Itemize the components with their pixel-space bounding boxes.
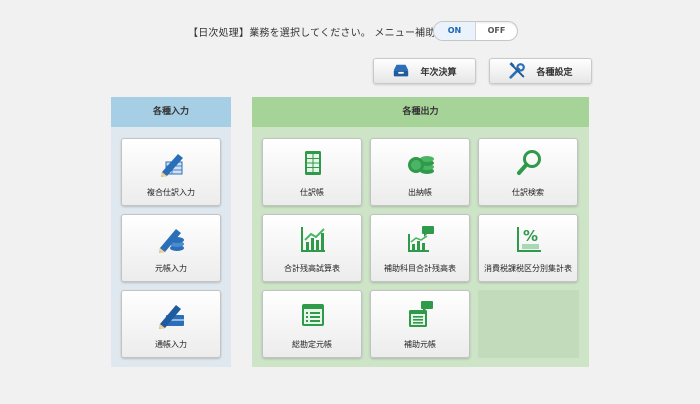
settings-label: 各種設定: [536, 67, 573, 78]
svg-text:%: %: [523, 227, 538, 245]
sub-account-balance-label: 補助科目合計残高表: [384, 264, 456, 273]
search-icon: [517, 150, 541, 175]
compound-journal-entry-label: 複合仕訳入力: [147, 188, 195, 197]
general-ledger-label: 総勘定元帳: [292, 340, 332, 349]
general-ledger-button[interactable]: 総勘定元帳: [262, 290, 362, 358]
ledger-entry-button[interactable]: 元帳入力: [121, 214, 221, 282]
sub-ledger-label: 補助元帳: [404, 340, 436, 349]
sub-ledger-button[interactable]: 補助元帳: [370, 290, 470, 358]
cashbook-icon: [408, 156, 434, 174]
pen-ledger-icon: [161, 154, 183, 177]
output-panel-title: 各種出力: [252, 97, 589, 127]
journal-search-label: 仕訳検索: [512, 188, 544, 197]
ledger-icon: [302, 304, 324, 326]
tools-icon: [509, 62, 526, 79]
input-panel-title: 各種入力: [111, 97, 231, 127]
pen-passbook-icon: [159, 305, 184, 329]
pen-coins-icon: [159, 229, 184, 253]
sub-ledger-icon: [409, 301, 433, 327]
menu-assist-toggle[interactable]: ON OFF: [433, 21, 518, 41]
annual-closing-label: 年次決算: [420, 67, 457, 78]
journal-book-label: 仕訳帳: [300, 188, 324, 197]
passbook-entry-label: 通帳入力: [155, 340, 187, 349]
percent-icon: %: [517, 227, 541, 252]
toggle-on-option[interactable]: ON: [434, 22, 476, 40]
trial-balance-label: 合計残高試算表: [284, 264, 340, 273]
journal-search-button[interactable]: 仕訳検索: [478, 138, 578, 206]
journal-book-button[interactable]: 仕訳帳: [262, 138, 362, 206]
cash-book-label: 出納帳: [408, 188, 432, 197]
tray-icon: [394, 64, 409, 77]
journal-icon: [305, 151, 321, 175]
bar-chart-icon: [301, 227, 325, 252]
ledger-entry-label: 元帳入力: [155, 264, 187, 273]
sub-chart-icon: [408, 226, 434, 252]
tax-category-summary-button[interactable]: % 消費税課税区分別集計表: [478, 214, 578, 282]
passbook-entry-button[interactable]: 通帳入力: [121, 290, 221, 358]
annual-closing-button[interactable]: 年次決算: [373, 58, 476, 84]
compound-journal-entry-button[interactable]: 複合仕訳入力: [121, 138, 221, 206]
cash-book-button[interactable]: 出納帳: [370, 138, 470, 206]
menu-prompt: 【日次処理】業務を選択してください。 メニュー補助: [188, 28, 436, 39]
empty-tile-slot: [478, 290, 579, 358]
settings-button[interactable]: 各種設定: [489, 58, 592, 84]
sub-account-balance-button[interactable]: 補助科目合計残高表: [370, 214, 470, 282]
tax-category-summary-label: 消費税課税区分別集計表: [484, 264, 572, 273]
toggle-off-option[interactable]: OFF: [476, 22, 517, 40]
trial-balance-button[interactable]: 合計残高試算表: [262, 214, 362, 282]
